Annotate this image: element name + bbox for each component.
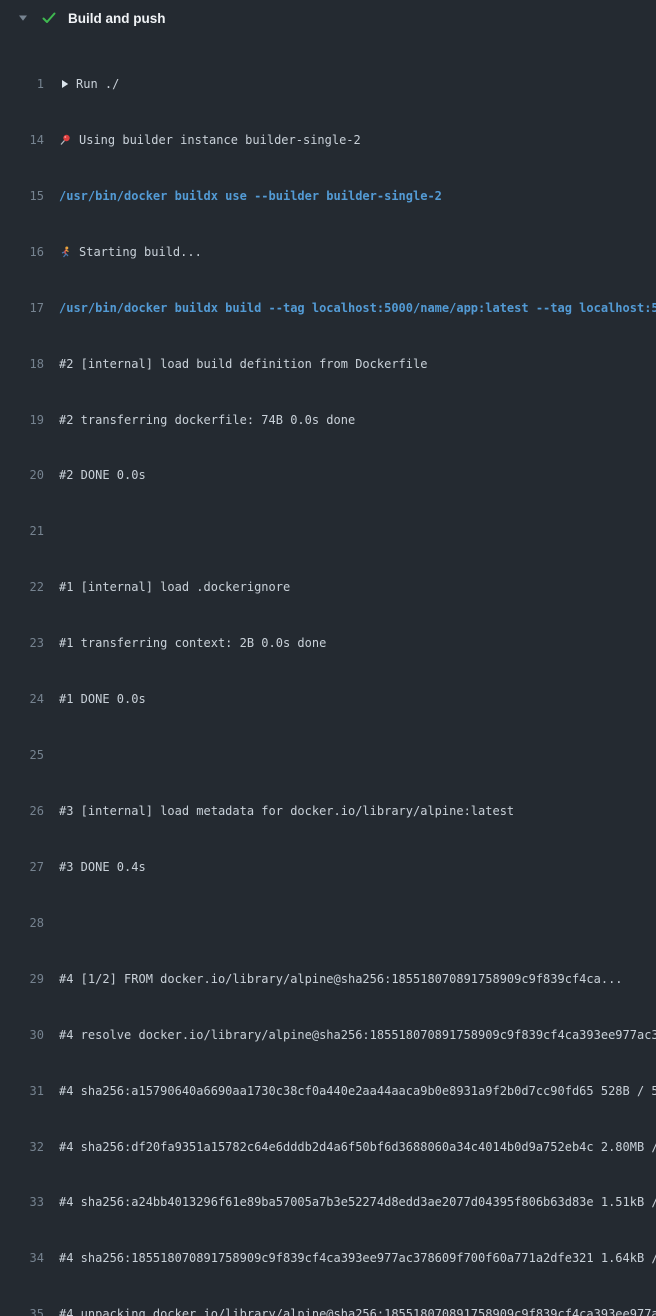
line-number[interactable]: 26 bbox=[0, 803, 44, 821]
log-text bbox=[44, 748, 59, 762]
log-text: #4 unpacking docker.io/library/alpine@sh… bbox=[44, 1307, 656, 1316]
log-line: 34#4 sha256:185518070891758909c9f839cf4c… bbox=[0, 1250, 656, 1268]
log-line: 26#3 [internal] load metadata for docker… bbox=[0, 803, 656, 821]
check-icon bbox=[42, 12, 56, 24]
line-number[interactable]: 16 bbox=[0, 244, 44, 262]
log-text: #2 transferring dockerfile: 74B 0.0s don… bbox=[44, 413, 355, 427]
notice-text: Using builder instance builder-single-2 bbox=[79, 133, 361, 147]
log-line: 30#4 resolve docker.io/library/alpine@sh… bbox=[0, 1027, 656, 1045]
line-number[interactable]: 15 bbox=[0, 188, 44, 206]
log-line: 24#1 DONE 0.0s bbox=[0, 691, 656, 709]
line-number[interactable]: 29 bbox=[0, 971, 44, 989]
log-line: 32#4 sha256:df20fa9351a15782c64e6dddb2d4… bbox=[0, 1139, 656, 1157]
play-triangle-icon[interactable] bbox=[61, 79, 69, 89]
line-number[interactable]: 24 bbox=[0, 691, 44, 709]
line-number[interactable]: 14 bbox=[0, 132, 44, 150]
line-number[interactable]: 19 bbox=[0, 412, 44, 430]
log-text: #2 [internal] load build definition from… bbox=[44, 357, 427, 371]
log-line: 35#4 unpacking docker.io/library/alpine@… bbox=[0, 1306, 656, 1316]
chevron-down-icon[interactable] bbox=[18, 14, 28, 22]
log-text: #4 sha256:185518070891758909c9f839cf4ca3… bbox=[44, 1251, 656, 1265]
run-group[interactable]: Run ./ bbox=[44, 77, 119, 91]
log-line: 25 bbox=[0, 747, 656, 765]
log-text: #3 DONE 0.4s bbox=[44, 860, 146, 874]
log-line: 15/usr/bin/docker buildx use --builder b… bbox=[0, 188, 656, 206]
log-text: #1 [internal] load .dockerignore bbox=[44, 580, 290, 594]
line-number[interactable]: 33 bbox=[0, 1194, 44, 1212]
log-line: 20#2 DONE 0.0s bbox=[0, 467, 656, 485]
command-text: /usr/bin/docker buildx build --tag local… bbox=[44, 301, 656, 315]
line-number[interactable]: 31 bbox=[0, 1083, 44, 1101]
line-number[interactable]: 34 bbox=[0, 1250, 44, 1268]
line-number[interactable]: 28 bbox=[0, 915, 44, 933]
log-line: 28 bbox=[0, 915, 656, 933]
log-line: 33#4 sha256:a24bb4013296f61e89ba57005a7b… bbox=[0, 1194, 656, 1212]
line-number[interactable]: 21 bbox=[0, 523, 44, 541]
line-number[interactable]: 25 bbox=[0, 747, 44, 765]
log-line-run: 1 Run ./ bbox=[0, 76, 656, 94]
line-number[interactable]: 1 bbox=[0, 76, 44, 94]
command-text: /usr/bin/docker buildx use --builder bui… bbox=[44, 189, 442, 203]
log-line: 14 Using builder instance builder-single-… bbox=[0, 132, 656, 150]
pushpin-icon bbox=[59, 134, 71, 146]
log-line: 18#2 [internal] load build definition fr… bbox=[0, 356, 656, 374]
log-line: 16 Starting build... bbox=[0, 244, 656, 262]
runner-icon bbox=[59, 246, 71, 258]
log-text: #2 DONE 0.0s bbox=[44, 468, 146, 482]
line-number[interactable]: 30 bbox=[0, 1027, 44, 1045]
log-text: #4 sha256:df20fa9351a15782c64e6dddb2d4a6… bbox=[44, 1140, 656, 1154]
log-line: 21 bbox=[0, 523, 656, 541]
line-number[interactable]: 27 bbox=[0, 859, 44, 877]
log-text: #4 [1/2] FROM docker.io/library/alpine@s… bbox=[44, 972, 623, 986]
log-line: 29#4 [1/2] FROM docker.io/library/alpine… bbox=[0, 971, 656, 989]
section-label: Build and push bbox=[68, 11, 166, 26]
log-text: #1 transferring context: 2B 0.0s done bbox=[44, 636, 326, 650]
notice-text: Starting build... bbox=[79, 245, 202, 259]
log-build-and-push: 1 Run ./ 14 Using builder instance builder… bbox=[0, 38, 656, 1316]
log-text: #4 resolve docker.io/library/alpine@sha2… bbox=[44, 1028, 656, 1042]
line-number[interactable]: 35 bbox=[0, 1306, 44, 1316]
log-line: 22#1 [internal] load .dockerignore bbox=[0, 579, 656, 597]
log-line: 23#1 transferring context: 2B 0.0s done bbox=[0, 635, 656, 653]
log-text bbox=[44, 916, 59, 930]
log-text: #4 sha256:a15790640a6690aa1730c38cf0a440… bbox=[44, 1084, 656, 1098]
log-text: Using builder instance builder-single-2 bbox=[44, 133, 361, 147]
run-command-text: Run ./ bbox=[76, 77, 119, 91]
log-text: #4 sha256:a24bb4013296f61e89ba57005a7b3e… bbox=[44, 1195, 656, 1209]
log-text: #3 [internal] load metadata for docker.i… bbox=[44, 804, 514, 818]
log-line: 27#3 DONE 0.4s bbox=[0, 859, 656, 877]
log-text: Starting build... bbox=[44, 245, 202, 259]
log-line: 19#2 transferring dockerfile: 74B 0.0s d… bbox=[0, 412, 656, 430]
log-line: 31#4 sha256:a15790640a6690aa1730c38cf0a4… bbox=[0, 1083, 656, 1101]
line-number[interactable]: 22 bbox=[0, 579, 44, 597]
line-number[interactable]: 17 bbox=[0, 300, 44, 318]
line-number[interactable]: 20 bbox=[0, 467, 44, 485]
line-number[interactable]: 23 bbox=[0, 635, 44, 653]
line-number[interactable]: 32 bbox=[0, 1139, 44, 1157]
log-text: #1 DONE 0.0s bbox=[44, 692, 146, 706]
line-number[interactable]: 18 bbox=[0, 356, 44, 374]
actions-log: Build and push 1 Run ./ 14 Using builder i… bbox=[0, 7, 656, 1316]
section-header-build-and-push[interactable]: Build and push bbox=[0, 7, 656, 29]
log-text bbox=[44, 524, 59, 538]
log-line: 17/usr/bin/docker buildx build --tag loc… bbox=[0, 300, 656, 318]
